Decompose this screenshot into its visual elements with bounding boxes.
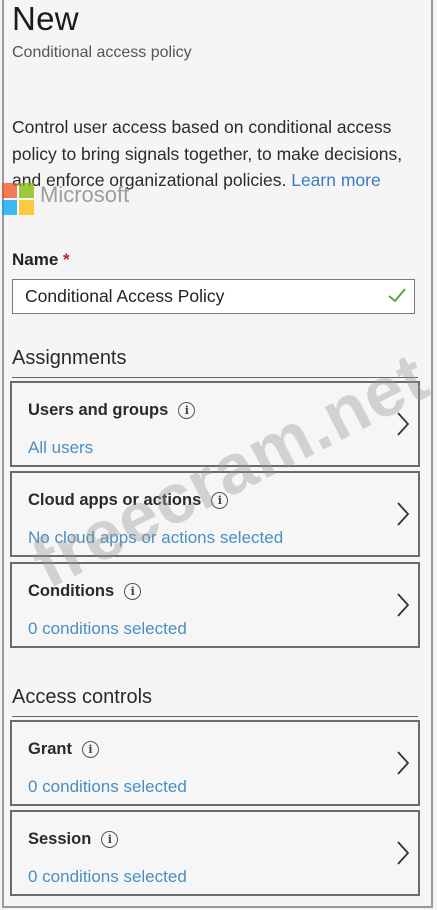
page-subtitle: Conditional access policy xyxy=(12,44,192,61)
users-and-groups-value: All users xyxy=(28,438,94,457)
access-controls-heading: Access controls xyxy=(12,686,153,708)
name-label: Name * xyxy=(12,250,70,270)
assignments-heading: Assignments xyxy=(12,347,127,369)
page-title: New xyxy=(12,0,79,37)
info-icon[interactable]: i xyxy=(211,492,229,509)
info-icon[interactable]: i xyxy=(101,831,119,848)
assignments-divider xyxy=(12,377,418,378)
chevron-right-icon xyxy=(397,502,410,526)
chevron-right-icon xyxy=(397,593,410,617)
session-label: Session i xyxy=(28,830,119,849)
grant-card[interactable]: Grant i 0 conditions selected xyxy=(10,720,420,806)
conditions-card[interactable]: Conditions i 0 conditions selected xyxy=(10,562,420,648)
checkmark-icon xyxy=(388,288,406,303)
cloud-apps-label: Cloud apps or actions i xyxy=(28,491,229,510)
chevron-right-icon xyxy=(397,751,410,775)
info-icon[interactable]: i xyxy=(124,583,142,600)
users-and-groups-card[interactable]: Users and groups i All users xyxy=(10,381,420,467)
conditions-label: Conditions i xyxy=(28,582,142,601)
session-value: 0 conditions selected xyxy=(28,867,187,886)
learn-more-link[interactable]: Learn more xyxy=(291,170,381,190)
users-and-groups-label: Users and groups i xyxy=(28,401,196,420)
info-icon[interactable]: i xyxy=(82,741,100,758)
chevron-right-icon xyxy=(397,412,410,436)
microsoft-logo-text: Microsoft xyxy=(40,182,130,207)
chevron-right-icon xyxy=(397,841,410,865)
access-controls-divider xyxy=(12,716,418,717)
name-label-text: Name xyxy=(12,250,59,269)
microsoft-logo-icon xyxy=(2,183,38,219)
policy-name-input[interactable] xyxy=(12,279,415,314)
grant-label: Grant i xyxy=(28,740,100,759)
conditions-value: 0 conditions selected xyxy=(28,619,187,638)
cloud-apps-card[interactable]: Cloud apps or actions i No cloud apps or … xyxy=(10,471,420,557)
grant-value: 0 conditions selected xyxy=(28,777,187,796)
cloud-apps-value: No cloud apps or actions selected xyxy=(28,528,284,547)
session-card[interactable]: Session i 0 conditions selected xyxy=(10,810,420,896)
required-asterisk: * xyxy=(63,250,70,269)
info-icon[interactable]: i xyxy=(178,402,196,419)
